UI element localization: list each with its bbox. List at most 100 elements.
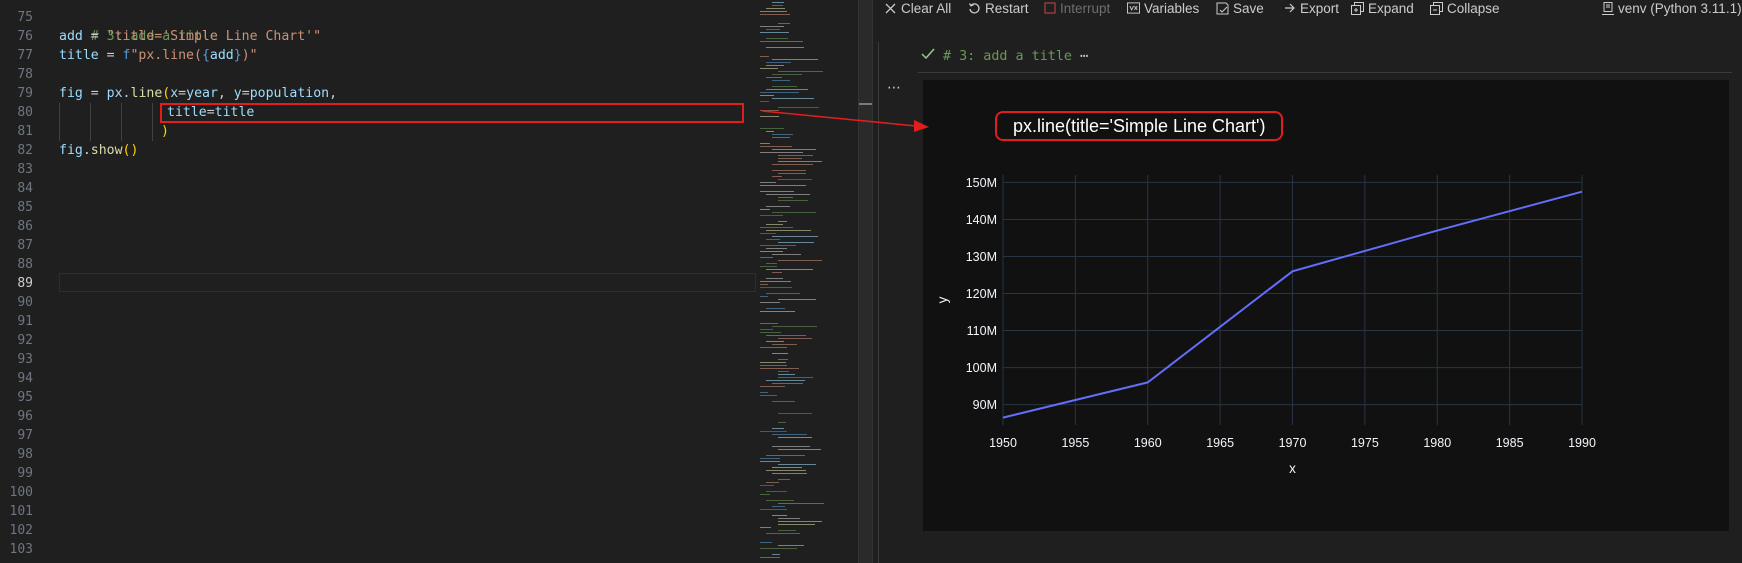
minimap-line — [778, 221, 787, 222]
line-number: 76 — [17, 29, 33, 44]
minimap-line — [760, 362, 786, 363]
scrollbar-thumb[interactable] — [859, 0, 873, 563]
minimap-line — [772, 164, 813, 165]
minimap-line — [766, 194, 810, 195]
minimap-line — [766, 77, 782, 78]
code-token: = — [241, 86, 250, 101]
variables-button[interactable]: Variables — [1127, 0, 1199, 16]
code-token: add — [209, 48, 234, 63]
minimap-line — [766, 533, 800, 534]
x-tick-label: 1955 — [1061, 436, 1089, 450]
minimap-line — [760, 323, 778, 324]
minimap-line — [772, 2, 784, 3]
save-label: Save — [1233, 0, 1264, 16]
minimap[interactable] — [756, 0, 858, 563]
minimap-line — [766, 491, 787, 492]
x-axis-label: x — [1289, 461, 1296, 476]
code-line-79[interactable]: fig = px.line(x=year, y=population, — [59, 84, 337, 103]
line-number: 103 — [9, 542, 33, 557]
minimap-line — [772, 554, 780, 555]
save-icon — [1216, 2, 1229, 15]
minimap-line — [760, 209, 770, 210]
line-number: 78 — [17, 67, 33, 82]
code-token: { — [201, 48, 210, 63]
code-token: fig — [59, 143, 83, 158]
export-icon — [1283, 2, 1296, 15]
scrollbar-position-marker — [859, 103, 873, 105]
code-editor[interactable]: 75 76 77 78 79 80 81 82 83 84 85 86 87 88 89 90 91 92 93 94… — [0, 0, 756, 563]
minimap-line — [760, 215, 783, 216]
restart-button[interactable]: Restart — [968, 0, 1029, 16]
minimap-line — [778, 371, 789, 372]
clear-all-button[interactable]: Clear All — [884, 0, 951, 16]
cell-header-text: # 3: add a title — [943, 48, 1072, 64]
minimap-line — [778, 338, 812, 339]
x-tick-label: 1950 — [989, 436, 1017, 450]
code-token: population — [249, 86, 330, 101]
minimap-line — [760, 26, 784, 27]
minimap-line — [766, 263, 777, 264]
code-line-82[interactable]: fig.show() — [59, 141, 138, 160]
minimap-line — [766, 230, 811, 231]
minimap-line — [760, 329, 773, 330]
minimap-line — [760, 245, 796, 246]
kernel-picker[interactable]: venv (Python 3.11.1) — [1601, 0, 1742, 16]
minimap-line — [766, 47, 804, 48]
minimap-line — [760, 146, 792, 147]
minimap-line — [760, 284, 768, 285]
minimap-line — [760, 365, 787, 366]
minimap-line — [772, 80, 790, 81]
line-number: 95 — [17, 390, 33, 405]
minimap-line — [760, 527, 771, 528]
minimap-line — [778, 521, 822, 522]
y-tick-label: 90M — [973, 398, 997, 412]
cell-more-actions-button[interactable]: ⋯ — [887, 80, 902, 96]
interrupt-button[interactable]: Interrupt — [1043, 0, 1110, 16]
minimap-line — [778, 464, 816, 465]
line-number: 87 — [17, 238, 33, 253]
code-token: px — [106, 86, 123, 101]
code-highlight-box — [160, 103, 744, 123]
save-button[interactable]: Save — [1216, 0, 1264, 16]
minimap-line — [772, 98, 814, 99]
code-line-75[interactable]: # 3: add a title — [59, 8, 218, 44]
minimap-line — [766, 248, 787, 249]
minimap-line — [778, 260, 822, 261]
code-token: year — [186, 86, 218, 101]
minimap-line — [760, 143, 770, 144]
minimap-line — [766, 239, 780, 240]
code-string: )" — [241, 48, 258, 63]
minimap-line — [772, 176, 782, 177]
code-token: = — [82, 29, 107, 44]
code-token: title — [59, 48, 99, 63]
line-number: 92 — [17, 333, 33, 348]
collapse-button[interactable]: Collapse — [1430, 0, 1500, 16]
export-label: Export — [1300, 0, 1340, 16]
x-tick-label: 1985 — [1496, 436, 1524, 450]
code-line-81[interactable]: ) — [161, 122, 169, 141]
minimap-line — [760, 332, 781, 333]
minimap-line — [778, 413, 812, 414]
code-token: . — [82, 143, 91, 158]
code-line-76[interactable]: add = "title='Simple Line Chart'" — [59, 27, 321, 46]
minimap-line — [760, 41, 803, 42]
minimap-line — [760, 266, 777, 267]
code-line-77[interactable]: title = f"px.line({add})" — [59, 46, 258, 65]
line-number: 89 — [17, 276, 33, 291]
indent-guide — [90, 103, 91, 141]
minimap-line — [778, 23, 790, 24]
success-check-icon — [921, 48, 935, 64]
variables-icon — [1127, 2, 1140, 15]
minimap-line — [778, 299, 816, 300]
y-tick-label: 130M — [966, 250, 997, 264]
minimap-line — [760, 116, 779, 117]
cell-header[interactable]: # 3: add a title ⋯ — [921, 47, 1088, 65]
export-button[interactable]: Export — [1283, 0, 1339, 16]
expand-button[interactable]: Expand — [1351, 0, 1414, 16]
kernel-label: venv (Python 3.11.1) — [1618, 0, 1742, 16]
editor-scrollbar[interactable] — [858, 0, 873, 563]
minimap-line — [778, 437, 812, 438]
minimap-line — [766, 29, 780, 30]
line-number: 97 — [17, 428, 33, 443]
minimap-line — [778, 200, 808, 201]
